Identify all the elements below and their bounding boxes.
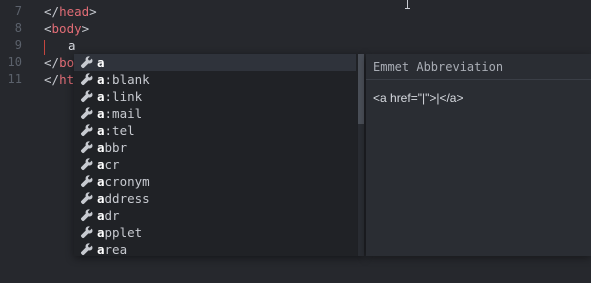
item-match: a	[97, 89, 105, 104]
item-rest: :link	[104, 89, 143, 104]
wrench-icon	[80, 175, 93, 188]
item-rest: cronym	[104, 174, 150, 189]
tag-bracket: <	[44, 21, 52, 36]
autocomplete-item[interactable]: acronym	[74, 173, 356, 190]
item-match: a	[97, 174, 105, 189]
tag-name: head	[59, 4, 90, 19]
wrench-icon	[80, 209, 93, 222]
wrench-icon	[80, 124, 93, 137]
item-match: a	[97, 55, 105, 70]
item-rest: bbr	[104, 140, 128, 155]
line-number: 9	[14, 38, 22, 52]
item-match: a	[97, 225, 105, 240]
doc-divider	[366, 79, 591, 80]
doc-snippet: <a href="|">|</a>	[373, 91, 464, 105]
autocomplete-item[interactable]: acr	[74, 156, 356, 173]
item-match: a	[97, 191, 105, 206]
item-rest: pplet	[104, 225, 143, 240]
wrench-icon	[80, 226, 93, 239]
item-match: a	[97, 157, 105, 172]
item-match: a	[97, 242, 105, 257]
line-number-gutter: 7 8 9 10 11	[0, 0, 30, 283]
tag-bracket: </	[44, 55, 60, 70]
item-match: a	[97, 106, 105, 121]
item-rest: rea	[104, 242, 128, 257]
item-rest: dr	[104, 208, 120, 223]
code-line-head-close[interactable]: </head>	[44, 3, 97, 20]
item-rest: :mail	[104, 106, 143, 121]
item-match: a	[97, 123, 105, 138]
wrench-icon	[80, 107, 93, 120]
mouse-ibeam-cursor-icon	[404, 0, 412, 9]
tag-name: body	[51, 21, 82, 36]
wrench-icon	[80, 73, 93, 86]
tag-bracket: >	[81, 21, 90, 36]
line-number: 11	[7, 72, 22, 86]
autocomplete-item[interactable]: a:blank	[74, 71, 356, 88]
autocomplete-item[interactable]: adr	[74, 207, 356, 224]
autocomplete-list[interactable]: a a:blank a:link a:mail a:tel abbr acr a…	[74, 54, 364, 258]
item-rest: cr	[104, 157, 120, 172]
wrench-icon	[80, 243, 93, 256]
autocomplete-item[interactable]: abbr	[74, 139, 356, 156]
tag-bracket: </	[44, 72, 60, 87]
tag-bracket: </	[44, 4, 60, 19]
active-indent-guide	[44, 40, 45, 55]
wrench-icon	[80, 90, 93, 103]
autocomplete-item[interactable]: address	[74, 190, 356, 207]
code-line-typed[interactable]: a	[68, 37, 76, 54]
autocomplete-item[interactable]: a:link	[74, 88, 356, 105]
code-line-body-open[interactable]: <body>	[44, 20, 89, 37]
autocomplete-item[interactable]: a:tel	[74, 122, 356, 139]
typed-text: a	[68, 38, 76, 53]
item-rest: :tel	[104, 123, 135, 138]
wrench-icon	[80, 192, 93, 205]
autocomplete-item[interactable]: a	[74, 54, 356, 71]
wrench-icon	[80, 158, 93, 171]
wrench-icon	[80, 141, 93, 154]
item-rest: :blank	[104, 72, 150, 87]
line-number: 7	[14, 4, 22, 18]
scrollbar-thumb[interactable]	[358, 54, 364, 124]
item-match: a	[97, 140, 105, 155]
line-number: 8	[14, 21, 22, 35]
autocomplete-scrollbar[interactable]	[358, 54, 364, 256]
item-rest: ddress	[104, 191, 150, 206]
item-match: a	[97, 208, 105, 223]
autocomplete-item[interactable]: applet	[74, 224, 356, 241]
autocomplete-item[interactable]: a:mail	[74, 105, 356, 122]
documentation-panel: Emmet Abbreviation <a href="|">|</a>	[366, 54, 591, 256]
doc-title: Emmet Abbreviation	[373, 60, 504, 74]
item-match: a	[97, 72, 105, 87]
line-number: 10	[7, 55, 22, 69]
wrench-icon	[80, 56, 93, 69]
tag-bracket: >	[89, 4, 97, 19]
autocomplete-item[interactable]: area	[74, 241, 356, 258]
